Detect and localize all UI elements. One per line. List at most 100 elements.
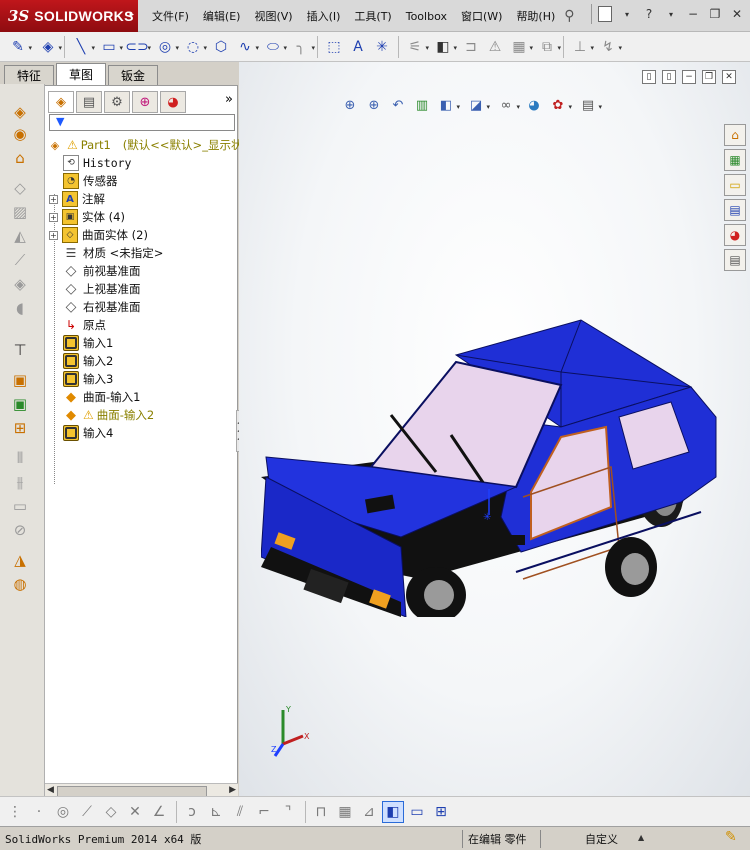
section-view-icon[interactable]: ▥ (411, 94, 433, 116)
perpendicular-snap-icon[interactable]: ⊾ (205, 801, 227, 823)
expand-icon[interactable]: + (49, 230, 58, 240)
sketch-display-icon[interactable]: ▭ (406, 801, 428, 823)
configuration-manager-tab-icon[interactable]: ⚙ (104, 91, 130, 113)
zoom-to-fit-icon[interactable]: ⊕ (339, 94, 361, 116)
panel-more-icon[interactable]: » (225, 92, 233, 107)
tab-sketch[interactable]: 草图 (56, 63, 107, 85)
point-icon[interactable]: ✳ (370, 35, 394, 59)
menu-help[interactable]: 帮助(H) (509, 8, 562, 24)
design-library-icon[interactable]: ▦ (724, 149, 746, 171)
tab-features[interactable]: 特征 (4, 65, 55, 85)
tree-node-material[interactable]: ☰ 材质 <未指定> (63, 244, 164, 262)
fillet-icon[interactable]: ╮ ▾ (289, 35, 315, 59)
tree-node-surface-import2[interactable]: ◆ ⚠ 曲面-输入2 (63, 406, 154, 424)
viewport-restore-icon[interactable]: ❐ (702, 70, 716, 84)
horizontal-snap-icon[interactable]: ⌐ (253, 801, 275, 823)
new-dropdown-icon[interactable]: ▾ (618, 5, 636, 23)
tab-sheet-metal[interactable]: 钣金 (108, 65, 159, 85)
linear-pattern-icon[interactable]: ▦ ▾ (507, 35, 533, 59)
rib-icon[interactable]: ⫴ (0, 446, 40, 470)
menu-tools[interactable]: 工具(T) (347, 8, 398, 24)
graphics-area[interactable]: ▯ ▯ − ❐ ✕ ⊕ ⊕ ↶ ▥ ◧ ▾ ◪ ▾ ∞ ▾ ◕ ✿ ▾ ▤ ▾ ⌂ ▦ ▭… (239, 62, 750, 796)
custom-properties-icon[interactable]: ▤ (724, 249, 746, 271)
shell-icon[interactable]: ▭ (0, 494, 40, 518)
expand-icon[interactable]: + (49, 212, 58, 222)
scroll-right-icon[interactable]: ▶ (229, 785, 236, 795)
display-manager-tab-icon[interactable]: ◕ (160, 91, 186, 113)
arc-icon[interactable]: ◌ ▾ (181, 35, 207, 59)
intersect-icon[interactable]: ◮ (0, 548, 40, 572)
plane-icon[interactable]: ⬚ (322, 35, 346, 59)
menu-file[interactable]: 文件(F) (145, 8, 196, 24)
smart-dimension-icon[interactable]: ◈ ▾ (36, 35, 62, 59)
feature-manager-tab-icon[interactable]: ◈ (48, 91, 74, 113)
extrude-boss-icon[interactable]: ◈ (0, 100, 40, 124)
circle-icon[interactable]: ◎ ▾ (153, 35, 179, 59)
mirror-icon[interactable]: ⚠ (483, 35, 507, 59)
view-orientation-icon[interactable]: ◪ ▾ (465, 94, 490, 116)
apply-scene-icon[interactable]: ✿ ▾ (547, 94, 572, 116)
swept-cut-icon[interactable]: ◭ (0, 224, 40, 248)
shaded-sketch-icon[interactable]: ◧ (382, 800, 404, 823)
ellipse-icon[interactable]: ⬭ ▾ (261, 35, 287, 59)
parallel-snap-icon[interactable]: ⫽ (229, 801, 251, 823)
text-icon[interactable]: A (346, 35, 370, 59)
tree-node-right-plane[interactable]: ◇ 右视基准面 (63, 298, 141, 316)
previous-view-icon[interactable]: ↶ (387, 94, 409, 116)
revolve-boss-icon[interactable]: ◉ (0, 122, 40, 146)
tree-node-history[interactable]: ⟲ History (63, 154, 131, 172)
revolve-cut-icon[interactable]: ▨ (0, 200, 40, 224)
tree-node-import1[interactable]: 输入1 (63, 334, 113, 352)
fillet-feature-icon[interactable]: ◖ (0, 296, 40, 320)
sketch-icon[interactable]: ✎ ▾ (6, 35, 32, 59)
curves-icon[interactable]: ▣ (0, 368, 40, 392)
wrap-icon[interactable]: ⊘ (0, 518, 40, 542)
length-snap-icon[interactable]: ⊓ (310, 801, 332, 823)
tree-node-top-plane[interactable]: ◇ 上视基准面 (63, 280, 141, 298)
polygon-icon[interactable]: ⬡ (209, 35, 233, 59)
appearances-icon[interactable]: ◕ (724, 224, 746, 246)
trim-icon[interactable]: ⚟ ▾ (403, 35, 429, 59)
minimize-button[interactable]: − (684, 5, 702, 23)
viewport-close-icon[interactable]: ✕ (722, 70, 736, 84)
rectangle-icon[interactable]: ▭ ▾ (97, 35, 123, 59)
tree-node-sensors[interactable]: ◔ 传感器 (63, 172, 118, 190)
tree-node-annotations[interactable]: + A 注解 (49, 190, 105, 208)
tree-node-solid-bodies[interactable]: + ▣ 实体 (4) (49, 208, 125, 226)
vertical-snap-icon[interactable]: ⌝ (277, 801, 299, 823)
display-relations-icon[interactable]: ⊥ ▾ (568, 35, 594, 59)
quick-tips-icon[interactable]: ✎ (725, 829, 737, 845)
file-explorer-icon[interactable]: ▭ (724, 174, 746, 196)
boundary-cut-icon[interactable]: ◈ (0, 272, 40, 296)
tree-node-surface-import1[interactable]: ◆ 曲面-输入1 (63, 388, 140, 406)
quadrant-snap-icon[interactable]: ◇ (100, 801, 122, 823)
zoom-to-area-icon[interactable]: ⊕ (363, 94, 385, 116)
dynamic-annotation-icon[interactable]: ◧ ▾ (435, 94, 460, 116)
extrude-cut-icon[interactable]: ◇ (0, 176, 40, 200)
move-entities-icon[interactable]: ⧉ ▾ (535, 35, 561, 59)
instant3d-icon[interactable]: ▣ (0, 392, 40, 416)
menu-insert[interactable]: 插入(I) (300, 8, 348, 24)
tree-node-import4[interactable]: 输入4 (63, 424, 113, 442)
solidworks-resources-icon[interactable]: ⌂ (724, 124, 746, 146)
dimxpert-tab-icon[interactable]: ⊕ (132, 91, 158, 113)
pin-icon[interactable]: ⚲ (564, 8, 574, 24)
tree-node-import3[interactable]: 输入3 (63, 370, 113, 388)
angle-snap-icon[interactable]: ⊿ (358, 801, 380, 823)
unit-system-selector[interactable]: 自定义 (585, 831, 618, 847)
new-document-button[interactable] (596, 5, 614, 23)
draft-icon[interactable]: ⫵ (0, 470, 40, 494)
tree-node-origin[interactable]: ↳ 原点 (63, 316, 106, 334)
solidworks-logo[interactable]: 3S SOLIDWORKS ▸ (0, 0, 138, 32)
point-snap-icon[interactable]: · (28, 801, 50, 823)
midpoint-snap-icon[interactable]: ⟋ (76, 801, 98, 823)
hide-show-items-icon[interactable]: ∞ ▾ (495, 94, 520, 116)
swept-boss-icon[interactable]: ⌂ (0, 146, 40, 170)
menu-view[interactable]: 视图(V) (247, 8, 299, 24)
line-icon[interactable]: ╲ ▾ (69, 35, 95, 59)
unit-dropdown-icon[interactable]: ▲ (638, 833, 644, 842)
property-manager-tab-icon[interactable]: ▤ (76, 91, 102, 113)
viewport-tile-icon[interactable]: ▯ (662, 70, 676, 84)
quick-snaps-icon[interactable]: ↯ ▾ (596, 35, 622, 59)
slot-icon[interactable]: ⊂⊃ ▾ (125, 35, 151, 59)
